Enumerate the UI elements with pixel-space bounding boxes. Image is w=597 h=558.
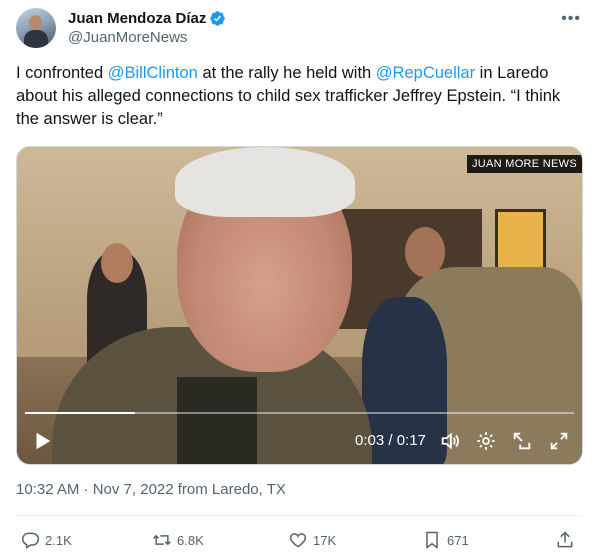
tweet-text-segment: at the rally he held with (197, 64, 376, 82)
volume-icon[interactable] (439, 430, 461, 452)
video-player[interactable]: JUAN MORE NEWS 0:03 / 0:17 (16, 146, 583, 465)
action-bar: 2.1K 6.8K 17K 671 (16, 530, 581, 552)
tweet-text: I confronted @BillClinton at the rally h… (16, 62, 581, 131)
play-icon[interactable] (31, 430, 53, 452)
popout-icon[interactable] (511, 430, 533, 452)
author-name[interactable]: Juan Mendoza Díaz (68, 10, 206, 27)
video-progress-fill (25, 412, 135, 414)
author-handle[interactable]: @JuanMoreNews (68, 29, 226, 46)
divider (16, 515, 581, 516)
video-timecode: 0:03 / 0:17 (355, 432, 426, 449)
repost-count: 6.8K (177, 532, 204, 548)
reply-count: 2.1K (45, 532, 72, 548)
share-icon (557, 531, 573, 548)
author-block: Juan Mendoza Díaz @JuanMoreNews (68, 8, 226, 46)
verified-badge-icon (210, 10, 226, 26)
reply-button[interactable]: 2.1K (20, 530, 72, 550)
like-count: 17K (313, 532, 337, 548)
bookmark-icon (426, 531, 438, 549)
like-button[interactable]: 17K (288, 530, 336, 550)
tweet-text-segment: I confronted (16, 64, 108, 82)
mention-link[interactable]: @RepCuellar (376, 64, 475, 82)
tweet-card: Juan Mendoza Díaz @JuanMoreNews ••• I co… (0, 0, 597, 558)
repost-icon (153, 534, 171, 546)
share-button[interactable] (555, 530, 580, 550)
settings-icon[interactable] (475, 430, 497, 452)
tweet-timestamp[interactable]: 10:32 AM · Nov 7, 2022 from Laredo, TX (16, 481, 286, 498)
bookmark-count: 671 (447, 532, 469, 548)
mention-link[interactable]: @BillClinton (108, 64, 198, 82)
repost-button[interactable]: 6.8K (152, 530, 204, 550)
reply-icon (22, 532, 40, 549)
video-watermark: JUAN MORE NEWS (466, 155, 582, 173)
avatar[interactable] (16, 8, 56, 48)
bookmark-button[interactable]: 671 (422, 530, 469, 550)
more-options-icon[interactable]: ••• (561, 10, 581, 28)
fullscreen-icon[interactable] (548, 430, 570, 452)
heart-icon (289, 533, 307, 548)
video-progress-bar[interactable] (25, 412, 574, 414)
